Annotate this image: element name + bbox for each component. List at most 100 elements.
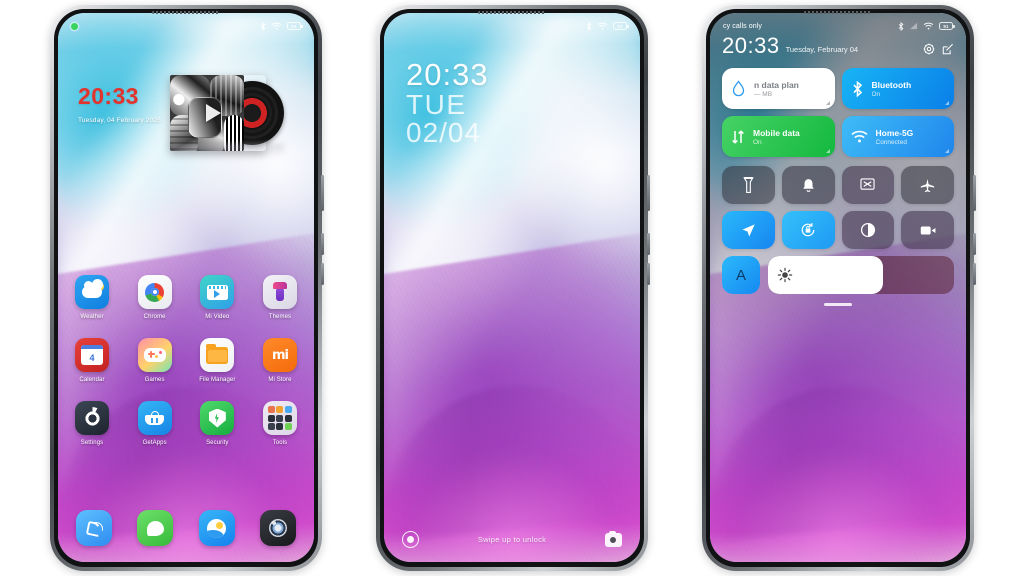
quick-tiles: n data plan — MB Bluetooth On Mobile dat… (722, 68, 954, 157)
power-button[interactable] (973, 175, 976, 211)
chrome-icon (137, 275, 172, 309)
screen-control-center: cy calls only 91 20:33 Tuesday, February… (710, 13, 966, 562)
volume-up-button[interactable] (973, 233, 976, 255)
battery-icon: 91 (939, 22, 955, 30)
dock-messages[interactable] (132, 510, 178, 546)
tile-wifi[interactable]: Home-5G Connected (841, 116, 954, 157)
brightness-slider[interactable] (768, 256, 954, 294)
airplane-mode-icon (920, 178, 935, 192)
toggle-grid (722, 166, 954, 249)
tile-expand-arrow-icon[interactable] (945, 149, 949, 153)
volume-up-button[interactable] (647, 233, 650, 255)
camera-icon (259, 510, 296, 546)
security-icon (200, 401, 235, 435)
weather-icon (75, 275, 109, 309)
tile-expand-arrow-icon[interactable] (945, 101, 949, 105)
themes-icon (262, 275, 297, 309)
tile-expand-arrow-icon[interactable] (825, 149, 830, 153)
lock-clock: 20:33 TUE 02/04 (406, 59, 489, 148)
getapps-icon (137, 401, 172, 435)
toggle-auto-rotate[interactable] (781, 211, 835, 249)
mi-store-icon: mi (262, 338, 297, 372)
app-getapps[interactable]: GetApps (132, 401, 178, 446)
phone-bezel: cy calls only 91 20:33 Tuesday, February… (706, 9, 970, 567)
bell-icon (802, 178, 814, 192)
bluetooth-icon (898, 21, 904, 31)
tile-title: Bluetooth (871, 79, 912, 90)
clock-date: Tuesday, 04 February 2025 (78, 117, 161, 124)
drag-handle[interactable] (824, 303, 852, 306)
toggle-sound[interactable] (781, 166, 835, 204)
home-clock-widget[interactable]: 20:33 Tuesday, 04 February 2025 (78, 85, 161, 125)
screen-lock: 91 20:33 TUE 02/04 Swipe up to unlock (384, 13, 640, 562)
auto-brightness-button[interactable]: A (722, 256, 760, 294)
wifi-icon (271, 22, 282, 30)
app-chrome[interactable]: Chrome (132, 275, 178, 320)
volume-down-button[interactable] (321, 263, 324, 285)
app-label: Games (144, 377, 165, 383)
browser-icon (198, 510, 235, 546)
app-security[interactable]: Security (194, 401, 240, 446)
cc-date: Tuesday, February 04 (785, 44, 859, 54)
app-label: Chrome (143, 314, 166, 320)
tile-data-plan[interactable]: n data plan — MB (722, 68, 835, 109)
tile-title: n data plan (754, 79, 799, 90)
app-themes[interactable]: Themes (257, 275, 303, 320)
app-label: GetApps (142, 440, 167, 446)
app-mi-store[interactable]: mi Mi Store (257, 338, 303, 383)
tile-sub: — MB (754, 90, 773, 98)
battery-icon: 91 (287, 22, 303, 30)
lock-date: 02/04 (406, 116, 482, 148)
dock-browser[interactable] (194, 510, 240, 546)
tile-sub: On (753, 138, 762, 146)
power-button[interactable] (647, 175, 650, 211)
bluetooth-icon (586, 21, 592, 31)
volume-up-button[interactable] (321, 233, 324, 255)
app-label: Themes (268, 314, 292, 320)
app-file-manager[interactable]: File Manager (194, 338, 240, 383)
status-bar: 91 (384, 13, 640, 39)
app-games[interactable]: Games (132, 338, 178, 383)
tile-mobile-data[interactable]: Mobile data On (722, 116, 835, 157)
games-icon (137, 338, 172, 372)
gear-icon[interactable] (923, 43, 935, 55)
app-mi-video[interactable]: Mi Video (194, 275, 240, 320)
brightness-row: A (722, 256, 954, 294)
lock-bottom-bar: Swipe up to unlock (384, 530, 640, 548)
brightness-sun-icon (777, 267, 793, 283)
flashlight-icon (743, 176, 754, 193)
edit-icon[interactable] (942, 43, 954, 55)
tools-folder-icon (262, 401, 297, 435)
app-label: Mi Store (268, 377, 292, 383)
power-button[interactable] (321, 175, 324, 211)
toggle-flashlight[interactable] (722, 166, 775, 204)
music-player-widget[interactable] (170, 75, 284, 156)
tile-expand-arrow-icon[interactable] (825, 101, 830, 105)
bluetooth-icon (260, 21, 266, 31)
toggle-screen-recorder[interactable] (901, 211, 954, 249)
dock-camera[interactable] (255, 510, 301, 546)
tile-title: Home-5G (875, 127, 914, 138)
play-icon[interactable] (206, 104, 221, 122)
phone-control-center: cy calls only 91 20:33 Tuesday, February… (702, 5, 976, 571)
camera-icon[interactable] (604, 530, 622, 547)
tile-bluetooth[interactable]: Bluetooth On (841, 68, 954, 109)
toggle-cast-screen[interactable] (841, 166, 895, 204)
cast-screen-icon (860, 178, 875, 190)
app-tools-folder[interactable]: Tools (257, 401, 303, 446)
toggle-location[interactable] (722, 211, 775, 249)
app-settings[interactable]: Settings (69, 401, 115, 446)
calendar-icon: 4 (75, 338, 109, 372)
assistant-circle-icon[interactable] (402, 531, 419, 548)
file-manager-icon (200, 338, 235, 372)
app-weather[interactable]: Weather (69, 275, 115, 320)
messages-icon (137, 510, 174, 546)
battery-icon: 91 (613, 22, 629, 30)
toggle-dark-mode[interactable] (841, 211, 895, 249)
toggle-airplane-mode[interactable] (901, 166, 954, 204)
volume-down-button[interactable] (647, 263, 650, 285)
app-label: Calendar (79, 377, 105, 383)
app-calendar[interactable]: 4 Calendar (69, 338, 115, 383)
dock-phone[interactable] (71, 510, 117, 546)
volume-down-button[interactable] (973, 263, 976, 285)
